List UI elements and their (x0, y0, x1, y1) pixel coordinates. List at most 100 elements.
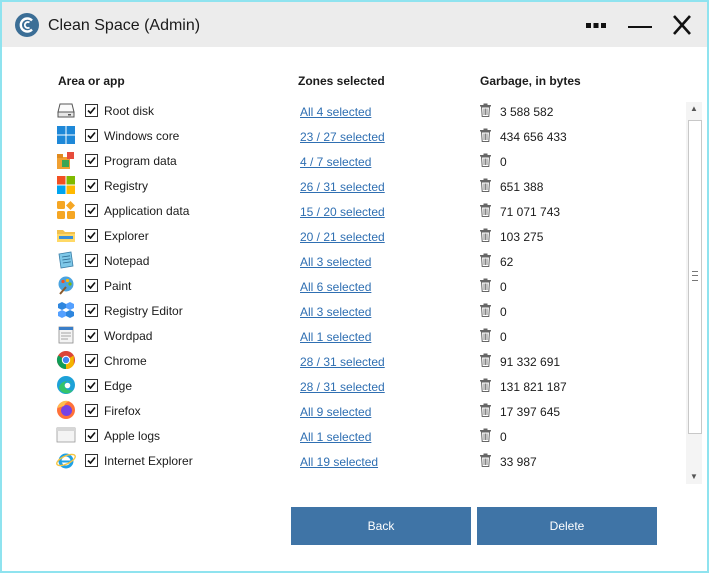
scroll-down-icon[interactable]: ▼ (686, 470, 702, 484)
row-name: Registry (104, 179, 149, 193)
garbage-bytes: 0 (500, 305, 507, 319)
row-name: Paint (104, 279, 132, 293)
list-item: Firefox All 9 selected 17 397 645 (2, 398, 682, 423)
application-data-icon (57, 201, 75, 219)
garbage-bytes: 3 588 582 (500, 105, 554, 119)
row-checkbox[interactable] (85, 129, 98, 142)
row-name: Firefox (104, 404, 141, 418)
row-checkbox[interactable] (85, 329, 98, 342)
trash-icon[interactable] (479, 103, 492, 117)
row-name: Registry Editor (104, 304, 183, 318)
zones-link[interactable]: 28 / 31 selected (300, 380, 385, 394)
minimize-icon[interactable] (624, 10, 656, 40)
zones-link[interactable]: All 3 selected (300, 255, 371, 269)
trash-icon[interactable] (479, 378, 492, 392)
garbage-bytes: 62 (500, 255, 514, 269)
trash-icon[interactable] (479, 328, 492, 342)
zones-link[interactable]: 20 / 21 selected (300, 230, 385, 244)
list-item: Registry 26 / 31 selected 651 388 (2, 173, 682, 198)
garbage-bytes: 434 656 433 (500, 130, 567, 144)
column-header-zones: Zones selected (298, 74, 385, 88)
row-checkbox[interactable] (85, 404, 98, 417)
firefox-icon (57, 400, 75, 419)
clean-space-logo-icon (15, 13, 39, 37)
edge-icon (57, 376, 75, 394)
row-name: Program data (104, 154, 177, 168)
zones-link[interactable]: All 9 selected (300, 405, 371, 419)
close-icon[interactable] (666, 10, 698, 40)
row-checkbox[interactable] (85, 279, 98, 292)
app-window: Clean Space (Admin) Area or app Zones se… (0, 0, 709, 573)
row-checkbox[interactable] (85, 429, 98, 442)
garbage-bytes: 131 821 187 (500, 380, 567, 394)
list-item: Registry Editor All 3 selected 0 (2, 298, 682, 323)
list-item: Notepad All 3 selected 62 (2, 248, 682, 273)
zones-link[interactable]: 4 / 7 selected (300, 155, 371, 169)
row-name: Apple logs (104, 429, 161, 443)
title-bar: Clean Space (Admin) (2, 2, 707, 47)
registry-editor-icon (58, 302, 74, 318)
list-item: Paint All 6 selected 0 (2, 273, 682, 298)
garbage-bytes: 33 987 (500, 455, 537, 469)
trash-icon[interactable] (479, 228, 492, 242)
list-item: Explorer 20 / 21 selected 103 275 (2, 223, 682, 248)
grip-icon (692, 271, 698, 281)
garbage-bytes: 0 (500, 155, 507, 169)
row-name: Application data (104, 204, 190, 218)
row-checkbox[interactable] (85, 179, 98, 192)
list-item: Chrome 28 / 31 selected 91 332 691 (2, 348, 682, 373)
list-item: Edge 28 / 31 selected 131 821 187 (2, 373, 682, 398)
row-name: Windows core (104, 129, 180, 143)
trash-icon[interactable] (479, 153, 492, 167)
zones-link[interactable]: 26 / 31 selected (300, 180, 385, 194)
zones-link[interactable]: All 6 selected (300, 280, 371, 294)
garbage-bytes: 103 275 (500, 230, 544, 244)
list-item: Apple logs All 1 selected 0 (2, 423, 682, 448)
garbage-bytes: 71 071 743 (500, 205, 561, 219)
zones-link[interactable]: All 19 selected (300, 455, 378, 469)
zones-link[interactable]: 23 / 27 selected (300, 130, 385, 144)
chrome-icon (56, 351, 75, 369)
row-checkbox[interactable] (85, 379, 98, 392)
trash-icon[interactable] (479, 428, 492, 442)
delete-button[interactable]: Delete (477, 507, 657, 545)
trash-icon[interactable] (479, 178, 492, 192)
column-header-area: Area or app (58, 74, 125, 88)
trash-icon[interactable] (479, 353, 492, 367)
trash-icon[interactable] (479, 128, 492, 142)
trash-icon[interactable] (479, 203, 492, 217)
row-name: Chrome (104, 354, 147, 368)
registry-icon (57, 176, 75, 194)
row-name: Wordpad (104, 329, 153, 343)
garbage-bytes: 0 (500, 330, 507, 344)
scroll-thumb[interactable] (688, 120, 702, 434)
row-checkbox[interactable] (85, 454, 98, 467)
trash-icon[interactable] (479, 253, 492, 267)
more-options-icon[interactable] (580, 10, 612, 40)
zones-link[interactable]: 15 / 20 selected (300, 205, 385, 219)
row-checkbox[interactable] (85, 304, 98, 317)
row-checkbox[interactable] (85, 229, 98, 242)
row-name: Internet Explorer (104, 454, 193, 468)
back-button[interactable]: Back (291, 507, 471, 545)
garbage-bytes: 0 (500, 280, 507, 294)
zones-link[interactable]: All 3 selected (300, 305, 371, 319)
row-checkbox[interactable] (85, 254, 98, 267)
zones-link[interactable]: All 1 selected (300, 430, 371, 444)
row-checkbox[interactable] (85, 354, 98, 367)
column-header-garbage: Garbage, in bytes (480, 74, 581, 88)
zones-link[interactable]: 28 / 31 selected (300, 355, 385, 369)
row-checkbox[interactable] (85, 154, 98, 167)
zones-link[interactable]: All 4 selected (300, 105, 371, 119)
window-icon (56, 427, 76, 443)
trash-icon[interactable] (479, 403, 492, 417)
trash-icon[interactable] (479, 303, 492, 317)
trash-icon[interactable] (479, 453, 492, 467)
row-checkbox[interactable] (85, 104, 98, 117)
trash-icon[interactable] (479, 278, 492, 292)
zones-link[interactable]: All 1 selected (300, 330, 371, 344)
row-name: Explorer (104, 229, 149, 243)
row-checkbox[interactable] (85, 204, 98, 217)
vertical-scrollbar[interactable]: ▲ ▼ (686, 102, 702, 484)
scroll-up-icon[interactable]: ▲ (686, 102, 702, 116)
